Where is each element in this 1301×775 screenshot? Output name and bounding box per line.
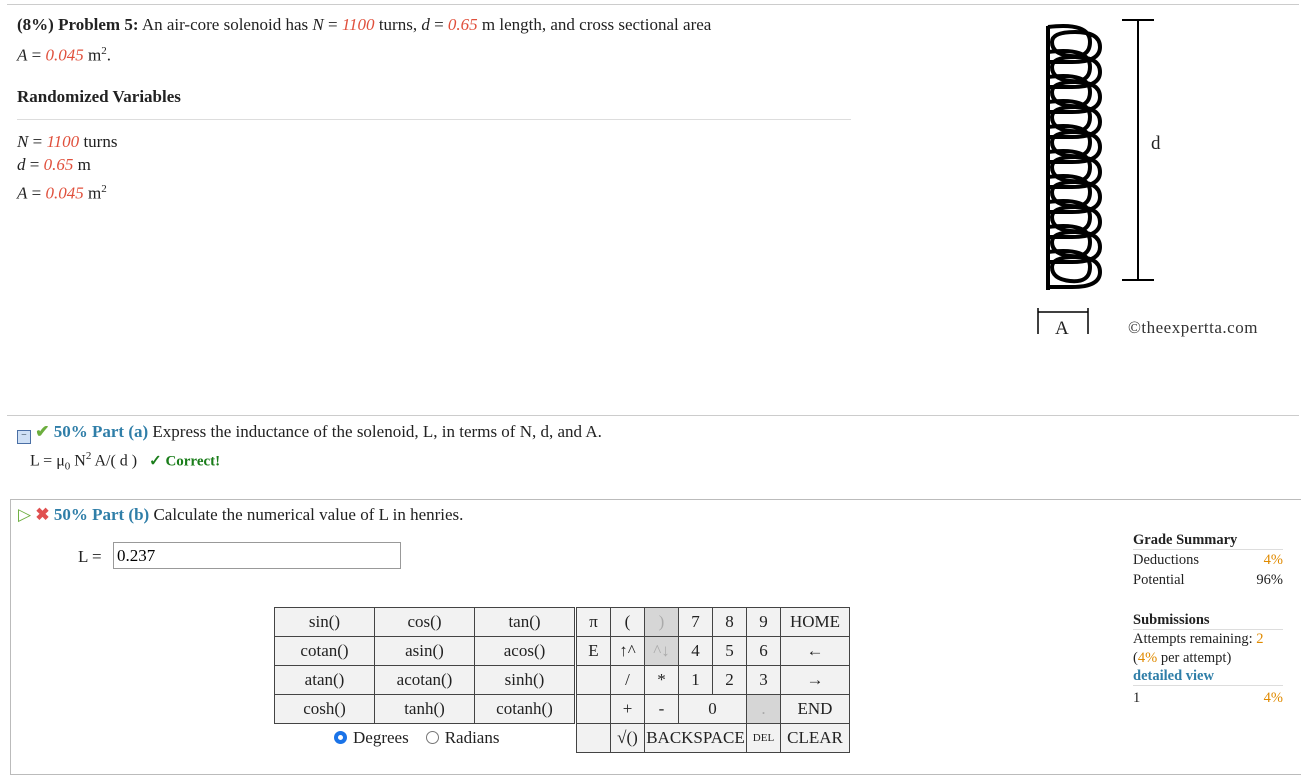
key-cos[interactable]: cos() xyxy=(374,607,475,637)
key-pi[interactable]: π xyxy=(576,607,611,637)
key-4[interactable]: 4 xyxy=(678,636,713,666)
attempts-info: Attempts remaining: 2 (4% per attempt) xyxy=(1133,631,1264,666)
part-a-prompt: Express the inductance of the solenoid, … xyxy=(152,422,602,441)
key-multiply[interactable]: * xyxy=(644,665,679,695)
key-e[interactable]: E xyxy=(576,636,611,666)
grade-summary: Grade Summary Deductions 4% Potential 96% … xyxy=(1133,532,1283,706)
key-del[interactable]: DEL xyxy=(746,723,781,753)
answer-label: L = xyxy=(78,547,102,566)
key-right[interactable]: → xyxy=(780,665,850,695)
key-cosh[interactable]: cosh() xyxy=(274,694,375,724)
key-0[interactable]: 0 xyxy=(678,694,747,724)
grade-summary-title: Grade Summary xyxy=(1133,532,1283,550)
wrong-icon: ✖ xyxy=(35,505,50,524)
key-asin[interactable]: asin() xyxy=(374,636,475,666)
key-minus[interactable]: - xyxy=(644,694,679,724)
key-dot[interactable]: . xyxy=(746,694,781,724)
key-tan[interactable]: tan() xyxy=(474,607,575,637)
variable-d: d = 0.65 m xyxy=(17,155,91,174)
angle-mode: Degrees Radians xyxy=(334,728,499,748)
randomized-variables-title: Randomized Variables xyxy=(17,87,181,106)
key-7[interactable]: 7 xyxy=(678,607,713,637)
key-5[interactable]: 5 xyxy=(712,636,747,666)
key-clear[interactable]: CLEAR xyxy=(780,723,850,753)
check-icon: ✔ xyxy=(35,422,50,441)
key-sin[interactable]: sin() xyxy=(274,607,375,637)
key-divide[interactable]: / xyxy=(610,665,645,695)
A-label: A xyxy=(1055,318,1069,339)
submissions-title: Submissions xyxy=(1133,612,1283,630)
key-close-paren[interactable]: ) xyxy=(644,607,679,637)
solenoid-figure xyxy=(1037,19,1154,334)
problem-header: (8%) Problem 5: xyxy=(17,15,139,34)
expand-icon[interactable]: ▷ xyxy=(18,505,31,524)
radians-radio[interactable] xyxy=(425,731,439,744)
variable-N: N = 1100 turns xyxy=(17,132,118,151)
key-backspace[interactable]: BACKSPACE xyxy=(644,723,747,753)
key-left[interactable]: ← xyxy=(780,636,850,666)
numeric-keypad: π ( ) 7 8 9 HOME E ↑^ ^↓ 4 5 6 ← / * 1 2… xyxy=(576,607,850,753)
key-9[interactable]: 9 xyxy=(746,607,781,637)
key-cotan[interactable]: cotan() xyxy=(274,636,375,666)
key-acotan[interactable]: acotan() xyxy=(374,665,475,695)
key-open-paren[interactable]: ( xyxy=(610,607,645,637)
key-sinh[interactable]: sinh() xyxy=(474,665,575,695)
part-b-prompt: Calculate the numerical value of L in he… xyxy=(153,505,464,524)
function-keypad: sin() cos() tan() cotan() asin() acos() atan… xyxy=(274,607,575,724)
collapse-icon[interactable]: − xyxy=(17,430,31,444)
deductions-value: 4% xyxy=(1263,552,1283,568)
key-8[interactable]: 8 xyxy=(712,607,747,637)
key-3[interactable]: 3 xyxy=(746,665,781,695)
part-a-answer: L = μ0 N2 A/( d ) ✓ Correct! xyxy=(30,450,221,473)
answer-input[interactable] xyxy=(113,542,401,569)
degrees-radio[interactable] xyxy=(334,731,347,744)
part-b-header: ▷ ✖ 50% Part (b) Calculate the numerical… xyxy=(18,505,464,524)
key-2[interactable]: 2 xyxy=(712,665,747,695)
key-acos[interactable]: acos() xyxy=(474,636,575,666)
submission-deduction: 4% xyxy=(1263,690,1283,706)
problem-statement: (8%) Problem 5: An air-core solenoid has… xyxy=(17,15,712,65)
detailed-view-link[interactable]: detailed view xyxy=(1133,668,1283,686)
part-a-header: − ✔ 50% Part (a) Express the inductance … xyxy=(17,422,602,444)
key-tanh[interactable]: tanh() xyxy=(374,694,475,724)
key-plus[interactable]: + xyxy=(610,694,645,724)
correct-status: ✓ Correct! xyxy=(149,453,221,470)
key-up[interactable]: ↑^ xyxy=(610,636,645,666)
key-atan[interactable]: atan() xyxy=(274,665,375,695)
key-down[interactable]: ^↓ xyxy=(644,636,679,666)
watermark: ©theexpertta.com xyxy=(1128,318,1258,337)
d-dimension-marker xyxy=(1122,19,1154,281)
key-blank xyxy=(576,665,611,695)
divider xyxy=(17,119,851,120)
coil-icon xyxy=(1046,24,1103,290)
key-end[interactable]: END xyxy=(780,694,850,724)
key-blank xyxy=(576,694,611,724)
variable-A: A = 0.045 m2 xyxy=(17,183,107,203)
key-home[interactable]: HOME xyxy=(780,607,850,637)
key-6[interactable]: 6 xyxy=(746,636,781,666)
key-cotanh[interactable]: cotanh() xyxy=(474,694,575,724)
d-label: d xyxy=(1151,133,1161,154)
key-sqrt[interactable]: √() xyxy=(610,723,645,753)
key-1[interactable]: 1 xyxy=(678,665,713,695)
potential-value: 96% xyxy=(1256,572,1283,588)
key-blank xyxy=(576,723,611,753)
